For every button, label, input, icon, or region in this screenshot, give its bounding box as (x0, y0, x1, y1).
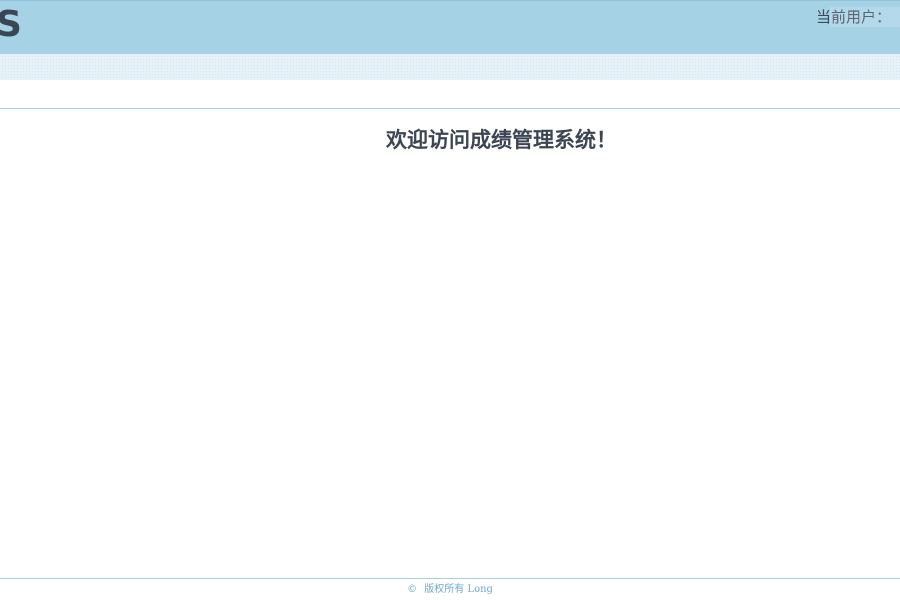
nav-strip (0, 54, 900, 80)
header-bar: S 当前用户： (0, 0, 900, 54)
welcome-heading: 欢迎访问成绩管理系统！ (386, 127, 617, 152)
current-user-label: 当前用户： (816, 8, 892, 26)
footer: © 版权所有 Long (0, 582, 900, 598)
footer-divider (0, 578, 900, 579)
logo-text-fragment: S (0, 5, 22, 45)
content-divider-top (0, 108, 900, 109)
copyright-symbol: © (407, 584, 418, 595)
copyright-text: 版权所有 Long (424, 584, 493, 595)
